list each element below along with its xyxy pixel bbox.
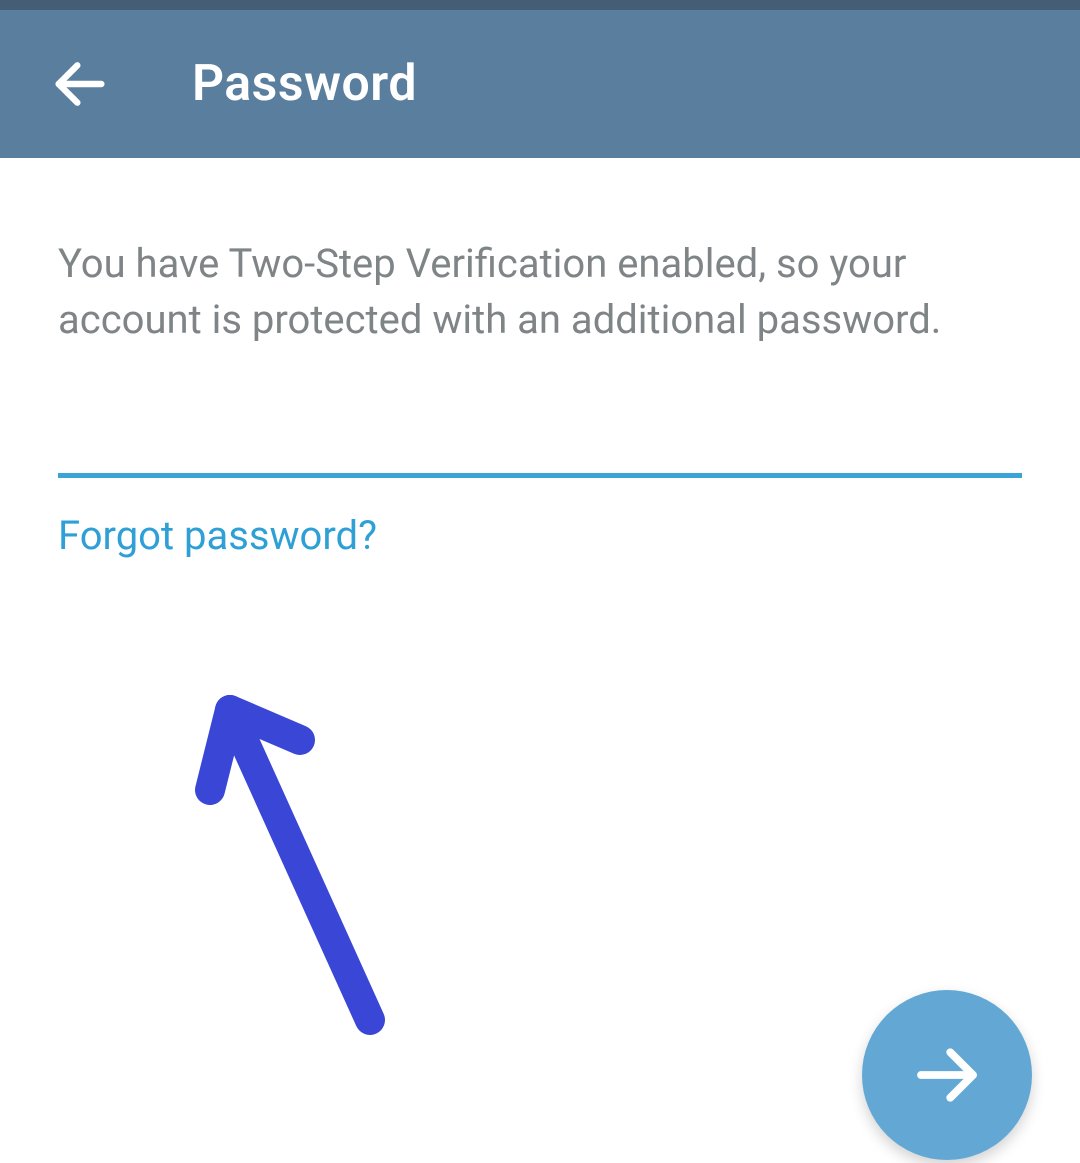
description-text: You have Two-Step Verification enabled, … <box>58 236 1022 348</box>
submit-fab[interactable] <box>862 990 1032 1160</box>
app-bar: Password <box>0 10 1080 158</box>
forgot-password-link[interactable]: Forgot password? <box>58 512 377 559</box>
page-title: Password <box>192 55 417 113</box>
back-button[interactable] <box>48 52 112 116</box>
arrow-left-icon <box>48 52 112 116</box>
password-input[interactable] <box>58 388 1022 478</box>
arrow-right-icon <box>908 1036 986 1114</box>
password-field-wrap <box>58 388 1022 478</box>
content-area: You have Two-Step Verification enabled, … <box>0 158 1080 559</box>
annotation-arrow-icon <box>160 640 420 1040</box>
status-bar <box>0 0 1080 10</box>
